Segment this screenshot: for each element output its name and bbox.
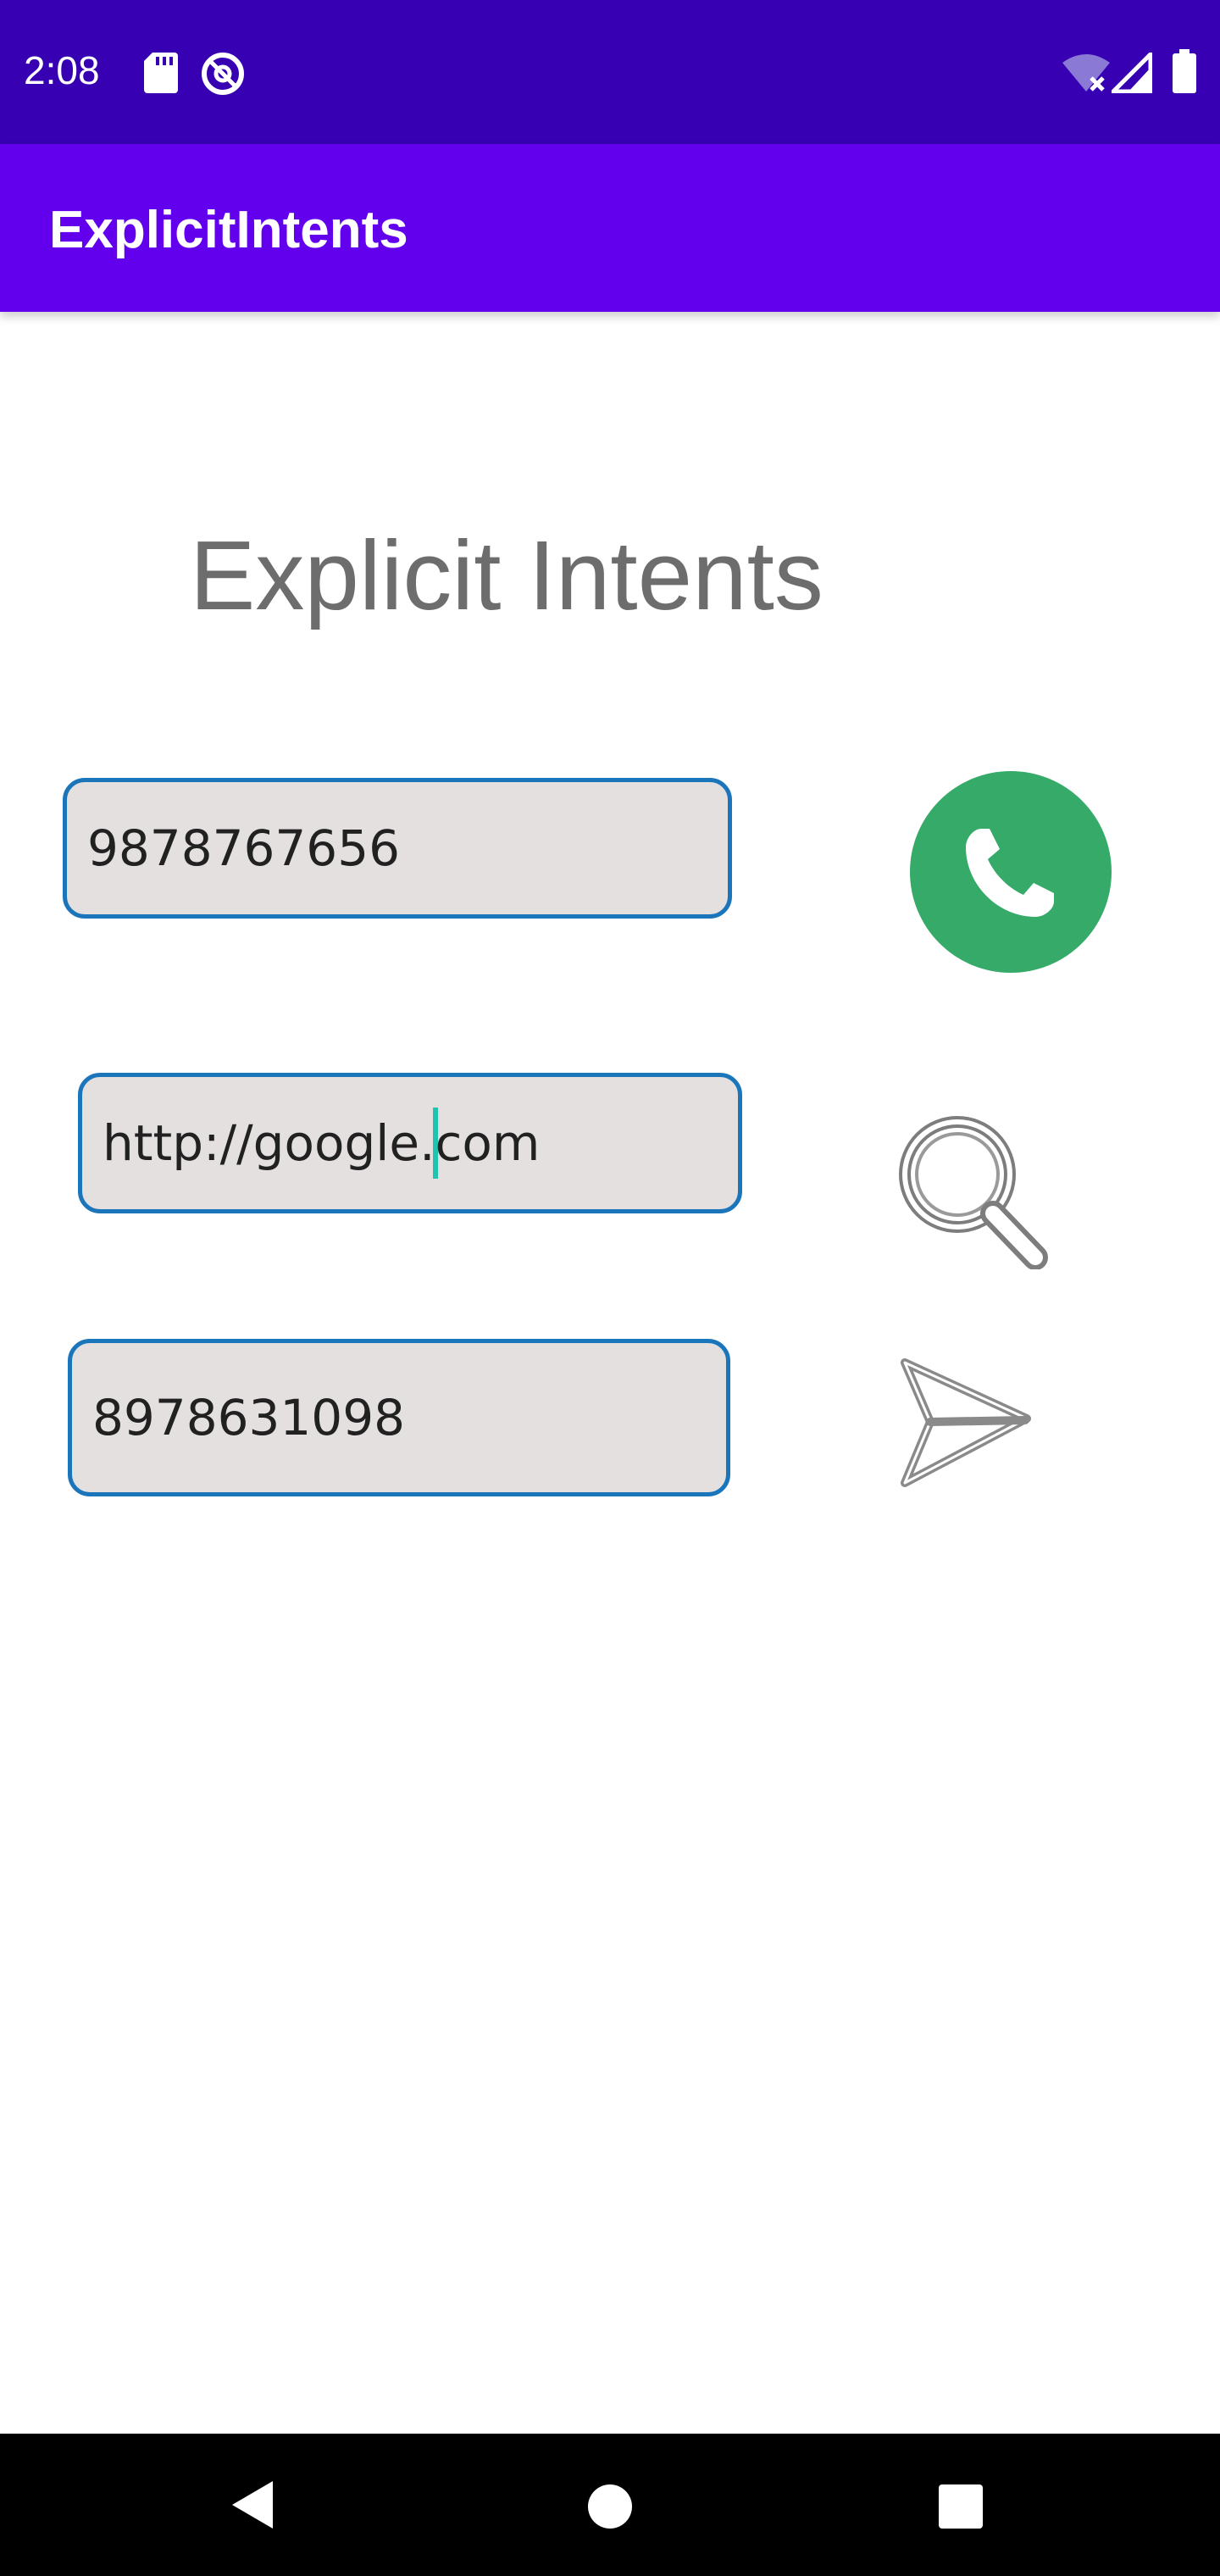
url-input[interactable]: http://google. com	[78, 1073, 742, 1213]
send-button[interactable]	[898, 1356, 1034, 1492]
page-heading: Explicit Intents	[190, 520, 824, 630]
battery-icon	[1173, 49, 1196, 97]
phone-call-icon	[910, 771, 1112, 973]
sms-number-input[interactable]: 8978631098	[68, 1339, 730, 1496]
url-value-before-caret: http://google.	[103, 1114, 435, 1172]
recents-icon[interactable]	[937, 2483, 984, 2534]
app-title: ExplicitIntents	[49, 201, 408, 259]
signal-icon	[1107, 48, 1153, 97]
send-icon	[901, 1358, 1031, 1487]
status-time: 2:08	[24, 48, 100, 92]
sd-card-icon	[144, 53, 178, 97]
url-value-after-caret: com	[435, 1114, 541, 1172]
navigation-bar	[0, 2434, 1220, 2576]
search-button[interactable]	[896, 1113, 1057, 1274]
phone-number-value: 9878767656	[87, 819, 401, 877]
phone-number-input[interactable]: 9878767656	[63, 778, 732, 919]
wifi-off-icon	[1062, 53, 1110, 97]
app-bar: ExplicitIntents	[0, 144, 1220, 312]
home-icon[interactable]	[586, 2483, 634, 2534]
call-button[interactable]	[910, 771, 1112, 977]
back-icon[interactable]	[229, 2479, 276, 2534]
status-bar: 2:08	[0, 0, 1220, 144]
sms-number-value: 8978631098	[92, 1389, 406, 1446]
sync-icon	[200, 51, 246, 101]
search-icon	[899, 1116, 1048, 1270]
